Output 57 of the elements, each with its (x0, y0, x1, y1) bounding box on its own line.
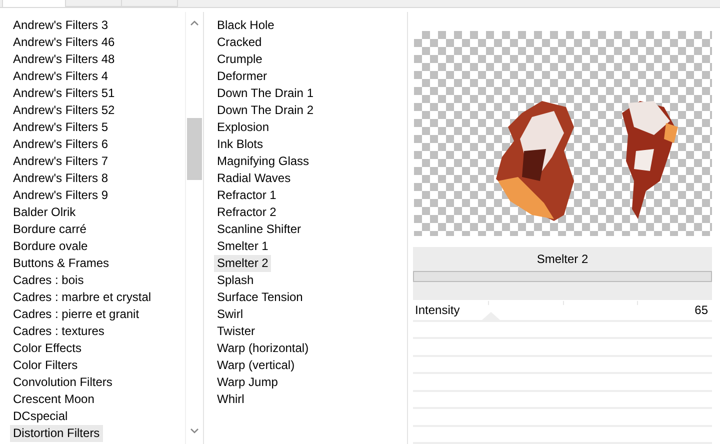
list-item[interactable]: Surface Tension (214, 289, 306, 306)
list-item[interactable]: Andrew's Filters 4 (10, 68, 111, 85)
list-item[interactable]: Warp (horizontal) (214, 340, 312, 357)
list-item[interactable]: Color Filters (10, 357, 81, 374)
list-item[interactable]: Smelter 2 (214, 255, 272, 272)
list-item[interactable]: DCspecial (10, 408, 71, 425)
list-item[interactable]: Cadres : marbre et crystal (10, 289, 154, 306)
list-item[interactable]: Magnifying Glass (214, 153, 312, 170)
list-item[interactable]: Balder Olrik (10, 204, 79, 221)
list-item[interactable]: Cracked (214, 34, 265, 51)
list-item[interactable]: Bordure carré (10, 221, 90, 238)
list-item[interactable]: Warp (vertical) (214, 357, 298, 374)
list-item[interactable]: Distortion Filters (10, 425, 103, 442)
tab[interactable] (2, 0, 66, 8)
list-item[interactable]: Smelter 1 (214, 238, 272, 255)
list-item[interactable]: Andrew's Filters 6 (10, 136, 111, 153)
tab[interactable] (121, 0, 178, 7)
list-item[interactable]: Andrew's Filters 8 (10, 170, 111, 187)
list-item[interactable]: Warp Jump (214, 374, 281, 391)
slider-value: 65 (694, 302, 708, 317)
list-item[interactable]: Crescent Moon (10, 391, 98, 408)
list-item[interactable]: Explosion (214, 119, 272, 136)
list-item[interactable]: Down The Drain 1 (214, 85, 316, 102)
list-item[interactable]: Refractor 2 (214, 204, 280, 221)
list-item[interactable]: Andrew's Filters 9 (10, 187, 111, 204)
list-item[interactable]: Down The Drain 2 (214, 102, 316, 119)
list-item[interactable]: Andrew's Filters 51 (10, 85, 118, 102)
list-item[interactable]: Andrew's Filters 48 (10, 51, 118, 68)
scrollbar[interactable] (185, 12, 202, 444)
list-item[interactable]: Andrew's Filters 46 (10, 34, 118, 51)
list-item[interactable]: Whirl (214, 391, 248, 408)
list-item[interactable]: Black Hole (214, 17, 278, 34)
chevron-down-icon[interactable] (190, 428, 198, 434)
list-item[interactable]: Buttons & Frames (10, 255, 112, 272)
list-item[interactable]: Scanline Shifter (214, 221, 304, 238)
list-item[interactable]: Splash (214, 272, 257, 289)
list-item[interactable]: Convolution Filters (10, 374, 116, 391)
scrollbar-thumb[interactable] (186, 118, 202, 180)
list-item[interactable]: Twister (214, 323, 258, 340)
list-item[interactable]: Deformer (214, 68, 270, 85)
filter-title: Smelter 2 (536, 251, 590, 268)
list-item[interactable]: Refractor 1 (214, 187, 280, 204)
list-item[interactable]: Andrew's Filters 3 (10, 17, 111, 34)
list-item[interactable]: Cadres : bois (10, 272, 87, 289)
list-item[interactable]: Swirl (214, 306, 246, 323)
list-item[interactable]: Radial Waves (214, 170, 294, 187)
list-item[interactable]: Andrew's Filters 52 (10, 102, 118, 119)
chevron-up-icon[interactable] (190, 20, 198, 26)
slider-label: Intensity (415, 302, 460, 317)
list-item[interactable]: Color Effects (10, 340, 84, 357)
list-item[interactable]: Bordure ovale (10, 238, 91, 255)
list-item[interactable]: Cadres : pierre et granit (10, 306, 142, 323)
list-item[interactable]: Ink Blots (214, 136, 266, 153)
list-item[interactable]: Andrew's Filters 7 (10, 153, 111, 170)
list-item[interactable]: Crumple (214, 51, 266, 68)
list-item[interactable]: Andrew's Filters 5 (10, 119, 111, 136)
list-item[interactable]: Cadres : textures (10, 323, 108, 340)
